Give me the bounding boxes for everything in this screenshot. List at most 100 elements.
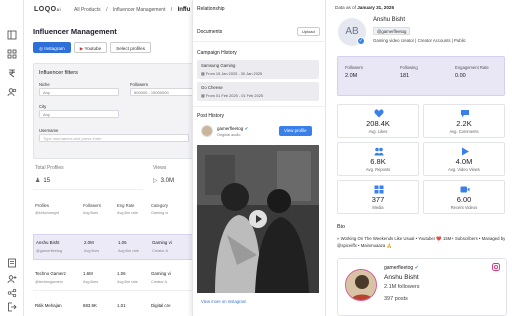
filters-title: Influencer filters (39, 70, 78, 76)
column-header[interactable]: Followers (83, 203, 101, 208)
row-category: Digital cre (151, 303, 171, 308)
row-handle: @gamerfleetog (36, 249, 63, 253)
followers-range-input[interactable]: 600000 - 15000000 (130, 88, 192, 96)
verified-icon: ✔ (243, 126, 249, 131)
kpi-label: Followers (345, 65, 363, 70)
bio-text: » Working On The Weekends Like Usual • Y… (337, 236, 506, 248)
view-profile-button[interactable]: View profile (279, 126, 312, 136)
grid-icon (374, 185, 384, 194)
bio-title: Bio (337, 224, 345, 230)
table-header: Profiles Followers Eng Rate Category @ki… (33, 201, 192, 221)
app-window: LOQOai All Products / Influencer Managem… (0, 0, 512, 316)
users-add-icon[interactable] (7, 274, 17, 284)
breadcrumb-separator: / (170, 7, 173, 13)
post-history-label: Post History (197, 113, 224, 119)
left-nav-rail (0, 0, 24, 316)
logout-icon[interactable] (7, 302, 17, 312)
table-row[interactable]: Anshu Bisht @gamerfleetog 2.0M Avg likes… (33, 234, 192, 260)
instagram-followers: 2.1M followers (384, 284, 420, 290)
city-select[interactable]: Any (39, 110, 119, 118)
rupee-icon[interactable] (7, 68, 17, 78)
avatar (345, 269, 377, 301)
post-header: gamerfleetog ✔ Original audio View profi… (197, 123, 319, 143)
instagram-embed-card[interactable]: gamerfleetog ✔ Anshu Bisht 2.1M follower… (337, 258, 507, 316)
kpi-summary: Followers 2.0M Following 181 Engagement … (337, 56, 505, 96)
stat-value: 2.2K (456, 119, 472, 128)
city-label: City (39, 104, 47, 109)
row-eng-sub: Avg like rate (117, 280, 138, 284)
row-eng-rate: 1.01 (117, 303, 126, 308)
verified-icon: ✔ (413, 265, 419, 271)
stat-avg-likes: 208.4K Avg. Likes (337, 104, 419, 138)
relationship-drawer: Relationship Documents Upload Campaign H… (192, 0, 327, 316)
breadcrumb: All Products / Influencer Management / I… (74, 7, 192, 13)
campaign-dates: ▦ From 15 Jan 2025 - 30 Jan 2025 (201, 71, 263, 76)
pages-icon[interactable] (7, 30, 17, 40)
kpi-value: 0.00 (455, 73, 466, 79)
column-subheader: Avg likes (83, 211, 99, 215)
close-icon[interactable]: × (183, 5, 187, 12)
data-as-of: Data as of January 31, 2025 (335, 5, 395, 10)
post-audio: Original audio (217, 133, 241, 137)
stat-value: 208.4K (366, 119, 390, 128)
username-input[interactable]: Type usernames and press enter (39, 134, 189, 142)
post-username[interactable]: gamerfleetog ✔ (217, 126, 248, 132)
page-title: Influencer Management (33, 27, 117, 36)
profile-header: AB ✓ Anshu Bisht @gamerfleetog Gaming vi… (335, 15, 505, 57)
breadcrumb-influencer-management[interactable]: Influencer Management (113, 7, 166, 13)
select-profiles-button[interactable]: Select profiles (110, 42, 152, 53)
username-label: Username (39, 128, 59, 133)
campaign-item[interactable]: Samsung Gaming ▦ From 15 Jan 2025 - 30 J… (197, 60, 319, 79)
profile-handle[interactable]: @gamerfleetog (373, 27, 411, 35)
column-header[interactable]: Category (151, 203, 168, 208)
share-icon[interactable] (7, 288, 17, 298)
column-header[interactable]: Eng Rate (117, 203, 134, 208)
campaign-name: Samsung Gaming (201, 63, 236, 68)
stat-recent-videos: 6.00 Recent Videos (423, 180, 505, 214)
instagram-name: Anshu Bisht (384, 274, 419, 281)
row-followers: 1.6M (83, 271, 93, 276)
comment-icon (461, 110, 469, 118)
influencer-filters-panel: Influencer filters Niche Any Followers 6… (33, 63, 192, 159)
views-value: ▷ 3.0M (153, 178, 174, 184)
avatar[interactable] (201, 125, 213, 137)
instagram-posts: 397 posts (384, 296, 408, 302)
view-more-instagram-link[interactable]: View more on Instagram (201, 299, 246, 304)
kpi-label: Engagement Rate (455, 65, 489, 70)
reposts-icon (374, 147, 384, 156)
stat-label: Avg. Likes (368, 129, 388, 134)
niche-select[interactable]: Any (39, 88, 119, 96)
stat-value: 377 (371, 195, 385, 204)
upload-button[interactable]: Upload (297, 27, 320, 36)
total-profiles-label: Total Profiles (35, 165, 64, 171)
tab-youtube[interactable]: ▶ Youtube (73, 42, 108, 53)
row-name: Techno Gamerz (35, 271, 66, 276)
followers-label: Followers (130, 82, 148, 87)
table-row[interactable]: Ritik Mehajan 883.9K 1.01 Digital cre (33, 297, 192, 316)
breadcrumb-separator: / (106, 7, 108, 13)
niche-label: Niche (39, 82, 50, 87)
stat-media: 377 Media (337, 180, 419, 214)
breadcrumb-all-products[interactable]: All Products (74, 7, 101, 13)
reports-icon[interactable] (7, 258, 17, 268)
stat-avg-comments: 2.2K Avg. Comments (423, 104, 505, 138)
row-category: Gaming vi (152, 240, 172, 245)
stat-label: Avg. Reposts (365, 167, 391, 172)
play-icon[interactable] (249, 210, 267, 228)
grid-icon[interactable] (7, 49, 17, 59)
table-row[interactable]: Techno Gamerz @technogamerz 1.6M Avg lik… (33, 265, 192, 291)
row-eng-sub: Avg like rate (118, 249, 139, 253)
platform-tabs: ◎ Instagram ▶ Youtube Select profiles (33, 42, 152, 53)
influencer-management-page: LOQOai All Products / Influencer Managem… (24, 0, 192, 316)
row-category: Gaming vi (151, 271, 171, 276)
tab-instagram[interactable]: ◎ Instagram (33, 42, 71, 53)
users-icon[interactable] (7, 87, 17, 97)
divider (193, 41, 327, 42)
campaign-name: Go Cheese (201, 85, 223, 90)
column-header[interactable]: Profiles (35, 203, 49, 208)
instagram-icon[interactable] (492, 263, 500, 271)
heart-icon (374, 109, 384, 118)
campaign-item[interactable]: Go Cheese ▦ From 01 Feb 2025 - 01 Feb 20… (197, 82, 319, 101)
stat-avg-reposts: 6.8K Avg. Reposts (337, 142, 419, 176)
post-video-thumbnail[interactable] (197, 145, 319, 293)
